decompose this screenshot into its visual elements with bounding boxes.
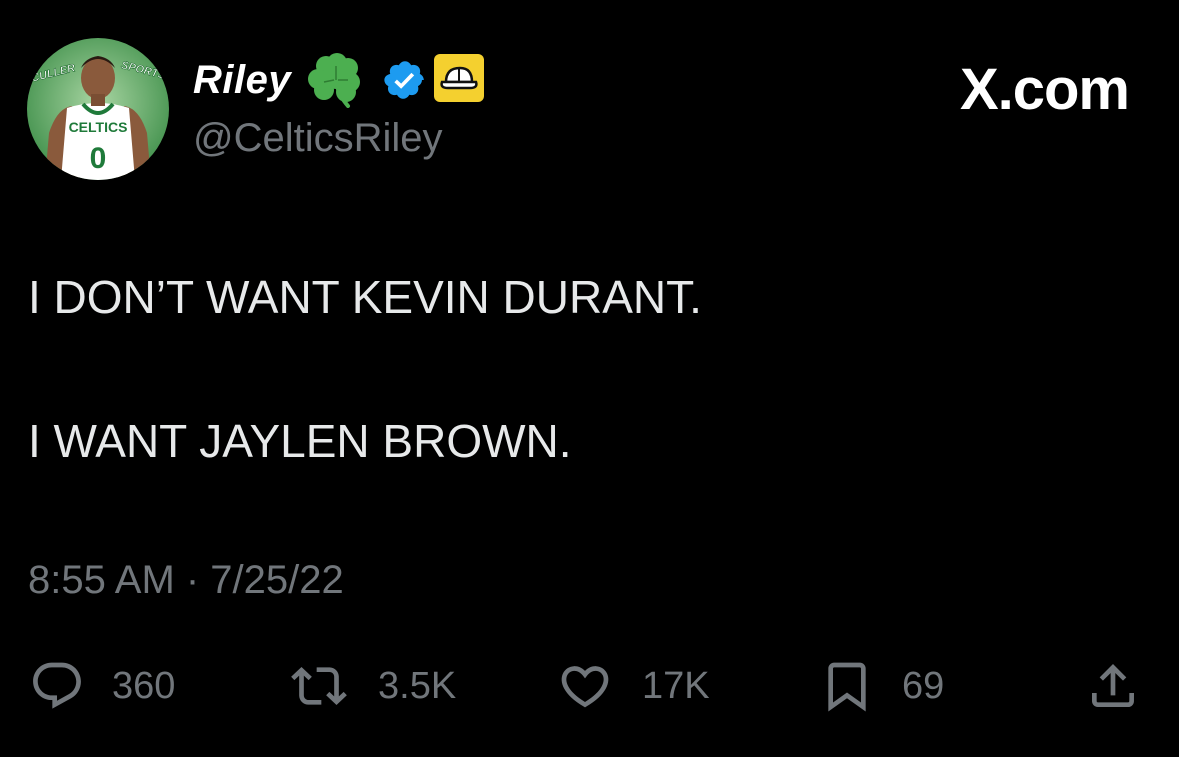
shamrock-icon bbox=[306, 52, 368, 113]
bookmark-button[interactable]: 69 bbox=[818, 658, 944, 714]
like-button[interactable]: 17K bbox=[554, 658, 710, 714]
retweet-count: 3.5K bbox=[378, 664, 457, 707]
reply-button[interactable]: 360 bbox=[28, 658, 175, 714]
avatar-jersey-number: 0 bbox=[90, 142, 107, 175]
avatar[interactable]: CULLER SPORTS CELTICS 0 bbox=[27, 38, 169, 180]
display-name[interactable]: Riley bbox=[193, 58, 291, 103]
verified-icon[interactable] bbox=[383, 58, 427, 107]
share-icon bbox=[1092, 664, 1134, 707]
share-button[interactable] bbox=[1084, 658, 1142, 714]
avatar-jersey-text: CELTICS bbox=[69, 119, 128, 135]
retweet-button[interactable]: 3.5K bbox=[286, 658, 456, 714]
reply-count: 360 bbox=[112, 664, 176, 707]
cap-icon bbox=[434, 54, 484, 107]
tweet-timestamp[interactable]: 8:55 AM · 7/25/22 bbox=[28, 558, 344, 603]
tweet-text-line-2: I WANT JAYLEN BROWN. bbox=[28, 415, 572, 467]
bookmark-count: 69 bbox=[902, 664, 945, 707]
retweet-icon bbox=[291, 667, 347, 705]
reply-icon bbox=[33, 662, 81, 709]
user-handle[interactable]: @CelticsRiley bbox=[193, 116, 443, 161]
site-logo: X.com bbox=[959, 57, 1130, 122]
like-count: 17K bbox=[642, 664, 710, 707]
heart-icon bbox=[561, 666, 609, 708]
bookmark-icon bbox=[828, 662, 866, 712]
avatar-image: CULLER SPORTS CELTICS 0 bbox=[27, 38, 169, 180]
tweet-text-line-1: I DON’T WANT KEVIN DURANT. bbox=[28, 271, 702, 323]
